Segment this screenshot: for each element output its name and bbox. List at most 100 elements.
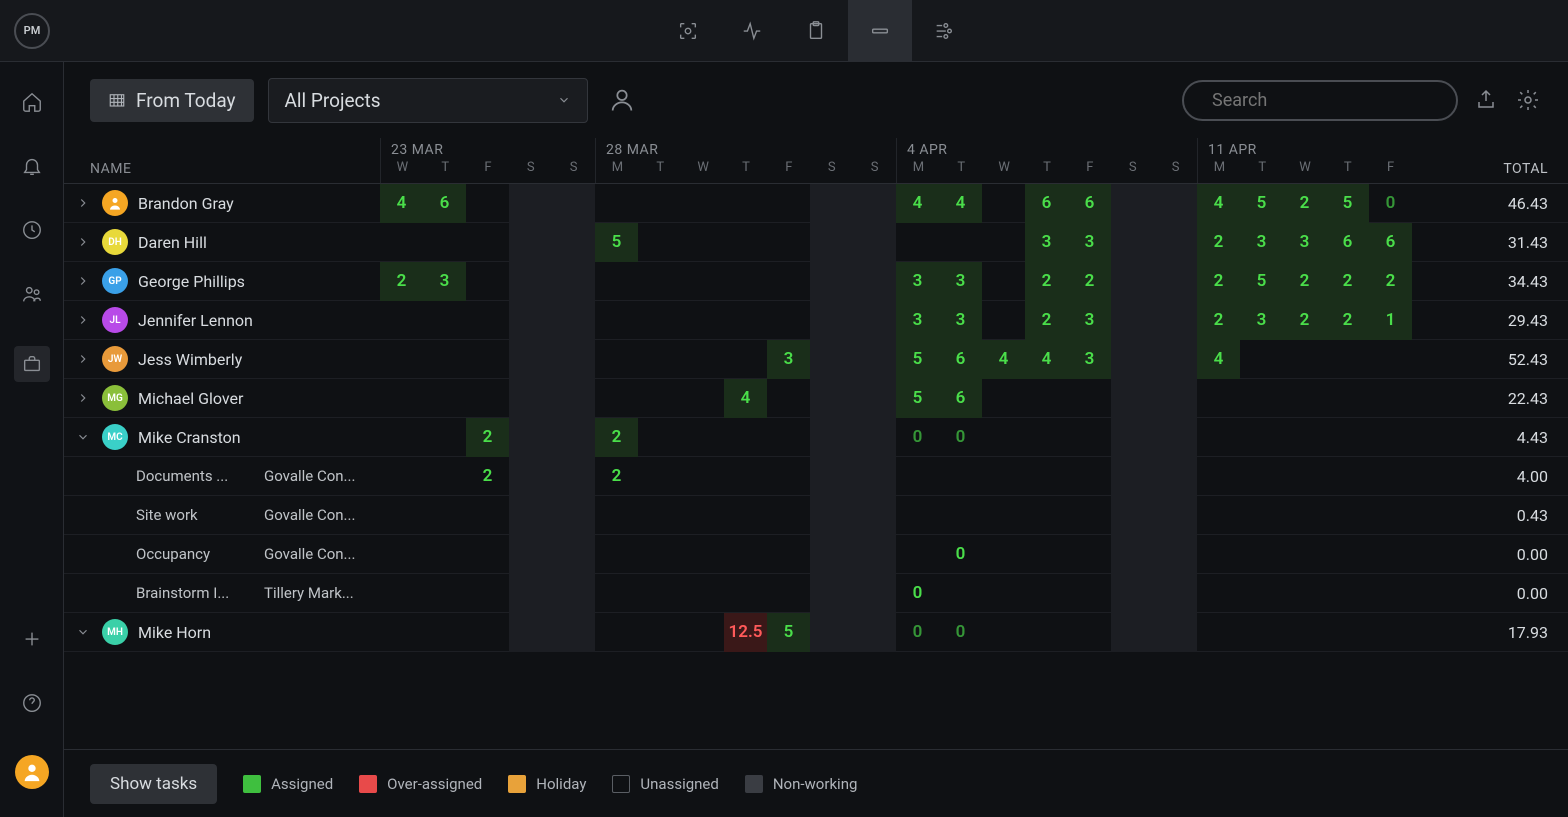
workload-cell[interactable] bbox=[1068, 496, 1111, 535]
workload-cell[interactable] bbox=[509, 340, 552, 379]
workload-cell[interactable] bbox=[681, 223, 724, 262]
workload-cell[interactable] bbox=[466, 301, 509, 340]
workload-cell[interactable] bbox=[1154, 262, 1197, 301]
workload-cell[interactable] bbox=[1154, 184, 1197, 223]
workload-cell[interactable] bbox=[1068, 379, 1111, 418]
workload-cell[interactable]: 4 bbox=[939, 184, 982, 223]
workload-cell[interactable] bbox=[853, 496, 896, 535]
workload-cell[interactable] bbox=[767, 379, 810, 418]
workload-cell[interactable] bbox=[1326, 574, 1369, 613]
workload-cell[interactable] bbox=[1068, 574, 1111, 613]
workload-cell[interactable] bbox=[767, 535, 810, 574]
workload-cell[interactable]: 0 bbox=[896, 613, 939, 652]
view-tab-activity[interactable] bbox=[720, 0, 784, 62]
nav-help-icon[interactable] bbox=[20, 691, 44, 715]
workload-cell[interactable] bbox=[380, 574, 423, 613]
workload-cell[interactable] bbox=[1111, 184, 1154, 223]
workload-cell[interactable] bbox=[810, 613, 853, 652]
workload-cell[interactable] bbox=[423, 379, 466, 418]
workload-cell[interactable] bbox=[982, 301, 1025, 340]
workload-cell[interactable] bbox=[423, 457, 466, 496]
workload-cell[interactable]: 2 bbox=[1369, 262, 1412, 301]
workload-cell[interactable] bbox=[853, 262, 896, 301]
workload-cell[interactable] bbox=[638, 340, 681, 379]
nav-briefcase-icon[interactable] bbox=[14, 346, 50, 382]
workload-cell[interactable] bbox=[724, 535, 767, 574]
workload-cell[interactable] bbox=[896, 457, 939, 496]
workload-cell[interactable] bbox=[853, 184, 896, 223]
workload-cell[interactable] bbox=[1197, 457, 1240, 496]
workload-cell[interactable]: 2 bbox=[1025, 301, 1068, 340]
export-icon[interactable] bbox=[1472, 86, 1500, 114]
workload-cell[interactable] bbox=[1068, 613, 1111, 652]
workload-cell[interactable] bbox=[939, 457, 982, 496]
workload-cell[interactable] bbox=[681, 301, 724, 340]
workload-cell[interactable] bbox=[1154, 613, 1197, 652]
workload-cell[interactable]: 4 bbox=[724, 379, 767, 418]
workload-cell[interactable]: 2 bbox=[1197, 223, 1240, 262]
workload-cell[interactable] bbox=[724, 340, 767, 379]
workload-cell[interactable] bbox=[1326, 535, 1369, 574]
workload-cell[interactable] bbox=[1154, 574, 1197, 613]
workload-cell[interactable]: 2 bbox=[1283, 262, 1326, 301]
workload-cell[interactable] bbox=[466, 535, 509, 574]
workload-cell[interactable] bbox=[380, 340, 423, 379]
workload-cell[interactable] bbox=[1111, 379, 1154, 418]
workload-cell[interactable] bbox=[552, 418, 595, 457]
workload-cell[interactable] bbox=[380, 457, 423, 496]
workload-cell[interactable] bbox=[681, 574, 724, 613]
show-tasks-button[interactable]: Show tasks bbox=[90, 764, 217, 804]
workload-cell[interactable] bbox=[1369, 457, 1412, 496]
workload-cell[interactable] bbox=[552, 496, 595, 535]
workload-cell[interactable] bbox=[1111, 457, 1154, 496]
workload-cell[interactable] bbox=[724, 418, 767, 457]
chevron-down-icon[interactable] bbox=[76, 429, 92, 445]
workload-cell[interactable]: 2 bbox=[595, 457, 638, 496]
workload-cell[interactable] bbox=[423, 418, 466, 457]
workload-cell[interactable]: 5 bbox=[896, 340, 939, 379]
workload-cell[interactable]: 5 bbox=[896, 379, 939, 418]
workload-cell[interactable]: 5 bbox=[595, 223, 638, 262]
workload-cell[interactable] bbox=[1197, 496, 1240, 535]
workload-cell[interactable] bbox=[1240, 535, 1283, 574]
chevron-right-icon[interactable] bbox=[76, 195, 92, 211]
workload-cell[interactable] bbox=[466, 184, 509, 223]
workload-cell[interactable]: 4 bbox=[982, 340, 1025, 379]
workload-cell[interactable]: 3 bbox=[423, 262, 466, 301]
workload-cell[interactable] bbox=[681, 457, 724, 496]
workload-cell[interactable] bbox=[638, 418, 681, 457]
workload-cell[interactable] bbox=[1111, 535, 1154, 574]
workload-cell[interactable]: 0 bbox=[896, 574, 939, 613]
from-today-button[interactable]: From Today bbox=[90, 79, 254, 122]
workload-cell[interactable]: 6 bbox=[1326, 223, 1369, 262]
workload-cell[interactable] bbox=[552, 457, 595, 496]
workload-cell[interactable] bbox=[939, 574, 982, 613]
settings-icon[interactable] bbox=[1514, 86, 1542, 114]
workload-cell[interactable]: 4 bbox=[380, 184, 423, 223]
nav-home-icon[interactable] bbox=[20, 90, 44, 114]
workload-cell[interactable]: 3 bbox=[1283, 223, 1326, 262]
workload-cell[interactable] bbox=[595, 340, 638, 379]
workload-cell[interactable]: 2 bbox=[1283, 301, 1326, 340]
workload-cell[interactable] bbox=[509, 418, 552, 457]
workload-cell[interactable] bbox=[1025, 418, 1068, 457]
workload-cell[interactable] bbox=[1111, 223, 1154, 262]
workload-cell[interactable] bbox=[853, 301, 896, 340]
workload-cell[interactable] bbox=[1111, 613, 1154, 652]
workload-cell[interactable] bbox=[939, 496, 982, 535]
projects-dropdown[interactable]: All Projects bbox=[268, 78, 588, 123]
person-filter-icon[interactable] bbox=[608, 86, 636, 114]
workload-cell[interactable] bbox=[681, 418, 724, 457]
workload-cell[interactable] bbox=[982, 457, 1025, 496]
workload-cell[interactable] bbox=[595, 535, 638, 574]
chevron-right-icon[interactable] bbox=[76, 390, 92, 406]
nav-clock-icon[interactable] bbox=[20, 218, 44, 242]
workload-cell[interactable] bbox=[638, 496, 681, 535]
workload-cell[interactable] bbox=[423, 340, 466, 379]
workload-cell[interactable] bbox=[1326, 340, 1369, 379]
workload-cell[interactable] bbox=[595, 574, 638, 613]
workload-cell[interactable] bbox=[810, 379, 853, 418]
workload-cell[interactable] bbox=[681, 262, 724, 301]
workload-cell[interactable] bbox=[853, 457, 896, 496]
workload-cell[interactable]: 2 bbox=[466, 418, 509, 457]
